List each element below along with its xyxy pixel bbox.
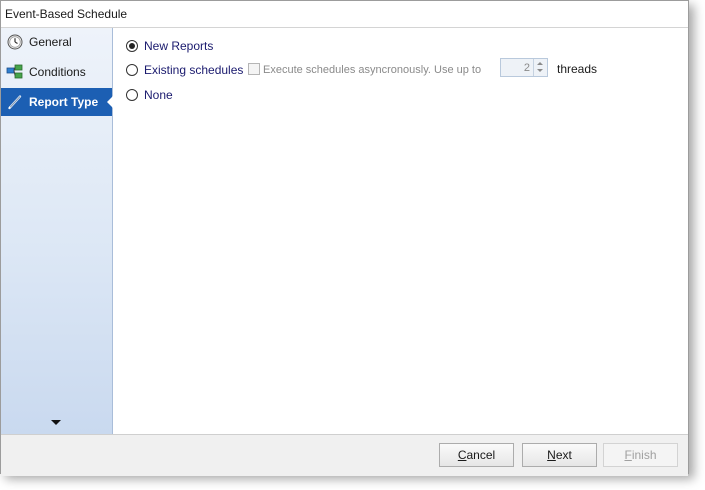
radio-label: Existing schedules — [144, 63, 244, 77]
sidebar-item-label: Conditions — [29, 65, 86, 79]
report-type-panel: New Reports Existing schedules Execute s… — [113, 28, 688, 434]
spin-up-icon[interactable] — [537, 62, 543, 65]
finish-mnemonic: F — [624, 448, 632, 462]
sidebar-item-report-type[interactable]: Report Type — [1, 88, 113, 116]
async-checkbox-label: Execute schedules asyncronously. Use up … — [263, 64, 482, 76]
title-bar: Event-Based Schedule — [1, 1, 688, 28]
dialog-footer: Cancel Next Finish — [1, 434, 688, 476]
radio-button[interactable] — [126, 64, 138, 76]
next-label: ext — [555, 448, 572, 462]
radio-label: None — [144, 88, 173, 102]
sidebar-item-conditions[interactable]: Conditions — [1, 58, 112, 86]
radio-existing-schedules[interactable]: Existing schedules — [126, 63, 243, 77]
sidebar-item-label: Report Type — [29, 95, 99, 109]
sidebar: General Conditions Report Type — [1, 28, 113, 434]
threads-spinner[interactable]: 2 — [500, 58, 548, 77]
threads-value: 2 — [523, 62, 530, 74]
spinner-buttons — [533, 59, 547, 76]
window-title: Event-Based Schedule — [5, 7, 128, 21]
finish-button[interactable]: Finish — [603, 443, 678, 467]
pen-icon — [6, 93, 24, 111]
sidebar-item-label: General — [29, 35, 72, 49]
event-based-schedule-window: Event-Based Schedule General Conditions … — [0, 0, 689, 476]
sidebar-item-general[interactable]: General — [1, 28, 112, 56]
clock-icon — [6, 33, 24, 51]
cancel-label: ancel — [466, 448, 496, 462]
radio-new-reports[interactable]: New Reports — [126, 39, 213, 53]
next-mnemonic: N — [547, 448, 556, 462]
cancel-button[interactable]: Cancel — [439, 443, 514, 467]
radio-button[interactable] — [126, 40, 138, 52]
radio-button[interactable] — [126, 89, 138, 101]
conditions-icon — [6, 63, 24, 81]
chevron-down-icon[interactable] — [51, 420, 61, 425]
cancel-mnemonic: C — [457, 448, 467, 462]
radio-label: New Reports — [144, 39, 214, 53]
finish-label: inish — [631, 448, 657, 462]
spin-down-icon[interactable] — [537, 69, 543, 72]
radio-none[interactable]: None — [126, 88, 173, 102]
threads-label: threads — [557, 62, 598, 76]
async-checkbox[interactable] — [248, 63, 260, 75]
next-button[interactable]: Next — [522, 443, 597, 467]
